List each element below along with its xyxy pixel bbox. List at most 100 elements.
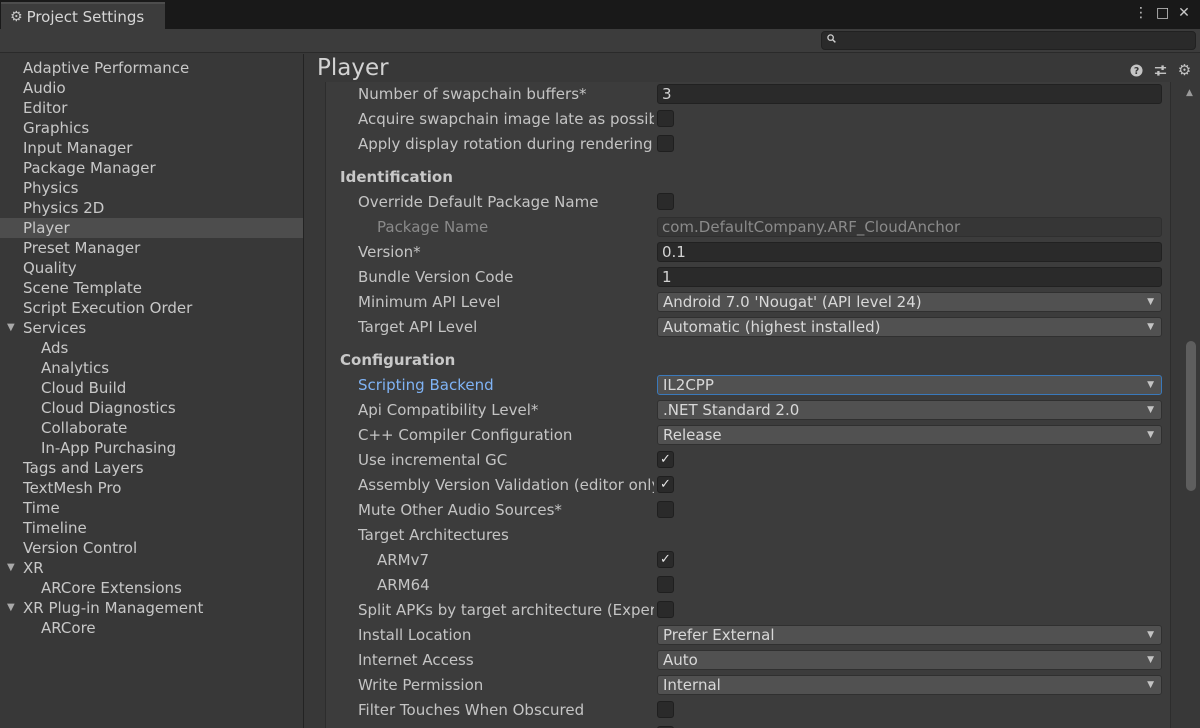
sidebar-item-timeline[interactable]: Timeline [0, 518, 303, 538]
version-field[interactable]: 0.1 [657, 242, 1162, 262]
setting-row-internet-access: Internet Access Auto ▼ [326, 648, 1170, 673]
apply-display-rotation-during-rendering-checkbox[interactable] [657, 135, 674, 152]
sidebar-item-in-app-purchasing[interactable]: In-App Purchasing [0, 438, 303, 458]
setting-row-bundle-version-code: Bundle Version Code 1 [326, 265, 1170, 290]
expand-arrow-icon[interactable]: ▼ [7, 558, 15, 578]
sidebar-item-label: Physics 2D [23, 199, 105, 217]
dropdown-value: Android 7.0 'Nougat' (API level 24) [663, 293, 922, 311]
api-compatibility-level-dropdown[interactable]: .NET Standard 2.0 ▼ [657, 400, 1162, 420]
svg-text:?: ? [1134, 66, 1139, 77]
sidebar-item-scene-template[interactable]: Scene Template [0, 278, 303, 298]
filter-touches-when-obscured-checkbox[interactable] [657, 701, 674, 718]
more-options-icon[interactable]: ⋮ [1134, 5, 1148, 21]
arm64-checkbox[interactable] [657, 576, 674, 593]
sidebar-item-editor[interactable]: Editor [0, 98, 303, 118]
setting-row-sustained-performance-mode: Sustained Performance Mode [326, 723, 1170, 728]
sidebar-item-time[interactable]: Time [0, 498, 303, 518]
sidebar-item-arcore-extensions[interactable]: ARCore Extensions [0, 578, 303, 598]
sidebar-item-ads[interactable]: Ads [0, 338, 303, 358]
number-of-swapchain-buffers-field[interactable]: 3 [657, 84, 1162, 104]
maximize-icon[interactable]: □ [1156, 5, 1169, 21]
setting-row-minimum-api-level: Minimum API Level Android 7.0 'Nougat' (A… [326, 290, 1170, 315]
sidebar-item-physics[interactable]: Physics [0, 178, 303, 198]
presets-icon[interactable] [1153, 64, 1168, 81]
setting-label: Number of swapchain buffers* [358, 85, 587, 103]
dropdown-value: IL2CPP [663, 376, 714, 394]
sidebar-item-player[interactable]: Player [0, 218, 303, 238]
setting-row-filter-touches-when-obscured: Filter Touches When Obscured [326, 698, 1170, 723]
sidebar-item-preset-manager[interactable]: Preset Manager [0, 238, 303, 258]
bundle-version-code-field[interactable]: 1 [657, 267, 1162, 287]
sidebar-item-script-execution-order[interactable]: Script Execution Order [0, 298, 303, 318]
setting-label: Install Location [358, 626, 472, 644]
sidebar-item-label: Collaborate [41, 419, 128, 437]
setting-row-mute-other-audio-sources: Mute Other Audio Sources* [326, 498, 1170, 523]
sidebar-item-quality[interactable]: Quality [0, 258, 303, 278]
sidebar-item-xr[interactable]: ▼ XR [0, 558, 303, 578]
sidebar-item-tags-and-layers[interactable]: Tags and Layers [0, 458, 303, 478]
sidebar-item-label: TextMesh Pro [23, 479, 122, 497]
vertical-scrollbar[interactable]: ▲ [1184, 84, 1198, 728]
setting-label: Bundle Version Code [358, 268, 514, 286]
scrollbar-thumb[interactable] [1186, 341, 1196, 491]
setting-row-target-architectures: Target Architectures [326, 523, 1170, 548]
armv7-checkbox[interactable]: ✓ [657, 551, 674, 568]
split-apks-by-target-architecture-experimental-checkbox[interactable] [657, 601, 674, 618]
sidebar-item-package-manager[interactable]: Package Manager [0, 158, 303, 178]
sidebar-item-input-manager[interactable]: Input Manager [0, 138, 303, 158]
expand-arrow-icon[interactable]: ▼ [7, 318, 15, 338]
mute-other-audio-sources-checkbox[interactable] [657, 501, 674, 518]
search-icon [827, 33, 836, 46]
internet-access-dropdown[interactable]: Auto ▼ [657, 650, 1162, 670]
scroll-up-icon[interactable]: ▲ [1186, 88, 1193, 98]
sidebar-item-label: Time [23, 499, 60, 517]
close-icon[interactable]: ✕ [1178, 5, 1190, 21]
setting-label: Target API Level [358, 318, 478, 336]
sidebar-item-audio[interactable]: Audio [0, 78, 303, 98]
sidebar-item-cloud-diagnostics[interactable]: Cloud Diagnostics [0, 398, 303, 418]
sidebar-item-arcore[interactable]: ARCore [0, 618, 303, 638]
tab-title: Project Settings [26, 7, 145, 26]
scripting-backend-dropdown[interactable]: IL2CPP ▼ [657, 375, 1162, 395]
dropdown-caret-icon: ▼ [1147, 655, 1154, 665]
minimum-api-level-dropdown[interactable]: Android 7.0 'Nougat' (API level 24) ▼ [657, 292, 1162, 312]
sidebar-item-physics-2d[interactable]: Physics 2D [0, 198, 303, 218]
sidebar-item-version-control[interactable]: Version Control [0, 538, 303, 558]
sidebar-item-label: Preset Manager [23, 239, 141, 257]
package-name-field: com.DefaultCompany.ARF_CloudAnchor [657, 217, 1162, 237]
project-settings-tab[interactable]: ⚙ Project Settings [1, 2, 165, 29]
dropdown-caret-icon: ▼ [1147, 322, 1154, 332]
use-incremental-gc-checkbox[interactable]: ✓ [657, 451, 674, 468]
sidebar-item-label: Ads [41, 339, 69, 357]
settings-gear-icon[interactable]: ⚙ [1177, 63, 1192, 81]
sidebar-item-cloud-build[interactable]: Cloud Build [0, 378, 303, 398]
help-icon[interactable]: ? [1129, 64, 1144, 81]
sidebar-item-analytics[interactable]: Analytics [0, 358, 303, 378]
dropdown-value: Automatic (highest installed) [663, 318, 881, 336]
setting-label: Filter Touches When Obscured [358, 701, 585, 719]
write-permission-dropdown[interactable]: Internal ▼ [657, 675, 1162, 695]
override-default-package-name-checkbox[interactable] [657, 193, 674, 210]
sidebar-item-adaptive-performance[interactable]: Adaptive Performance [0, 58, 303, 78]
assembly-version-validation-editor-only-checkbox[interactable]: ✓ [657, 476, 674, 493]
sidebar-item-services[interactable]: ▼ Services [0, 318, 303, 338]
acquire-swapchain-image-late-as-possible-checkbox[interactable] [657, 110, 674, 127]
sidebar-item-label: Cloud Build [41, 379, 127, 397]
sidebar-item-label: Package Manager [23, 159, 156, 177]
checkmark-icon: ✓ [660, 552, 671, 567]
page-title: Player [317, 55, 389, 81]
sidebar-item-label: In-App Purchasing [41, 439, 177, 457]
sidebar-item-xr-plug-in-management[interactable]: ▼ XR Plug-in Management [0, 598, 303, 618]
expand-arrow-icon[interactable]: ▼ [7, 598, 15, 618]
target-api-level-dropdown[interactable]: Automatic (highest installed) ▼ [657, 317, 1162, 337]
setting-row-write-permission: Write Permission Internal ▼ [326, 673, 1170, 698]
sidebar-item-label: Input Manager [23, 139, 133, 157]
gear-icon: ⚙ [10, 8, 23, 25]
sidebar-item-textmesh-pro[interactable]: TextMesh Pro [0, 478, 303, 498]
install-location-dropdown[interactable]: Prefer External ▼ [657, 625, 1162, 645]
sidebar-item-collaborate[interactable]: Collaborate [0, 418, 303, 438]
sidebar-item-graphics[interactable]: Graphics [0, 118, 303, 138]
c-compiler-configuration-dropdown[interactable]: Release ▼ [657, 425, 1162, 445]
setting-row-package-name: Package Name com.DefaultCompany.ARF_Cloud… [326, 215, 1170, 240]
search-input[interactable] [821, 31, 1196, 50]
